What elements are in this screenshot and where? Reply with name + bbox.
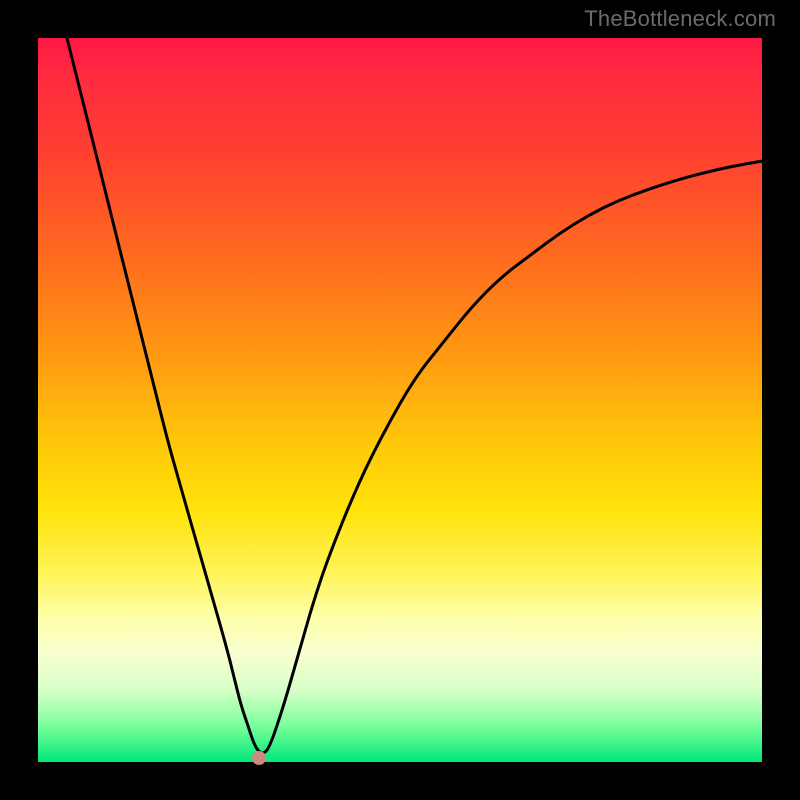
bottleneck-curve: [38, 38, 762, 762]
chart-frame: TheBottleneck.com: [0, 0, 800, 800]
minimum-marker: [252, 751, 266, 765]
plot-area: [38, 38, 762, 762]
watermark-text: TheBottleneck.com: [584, 6, 776, 32]
